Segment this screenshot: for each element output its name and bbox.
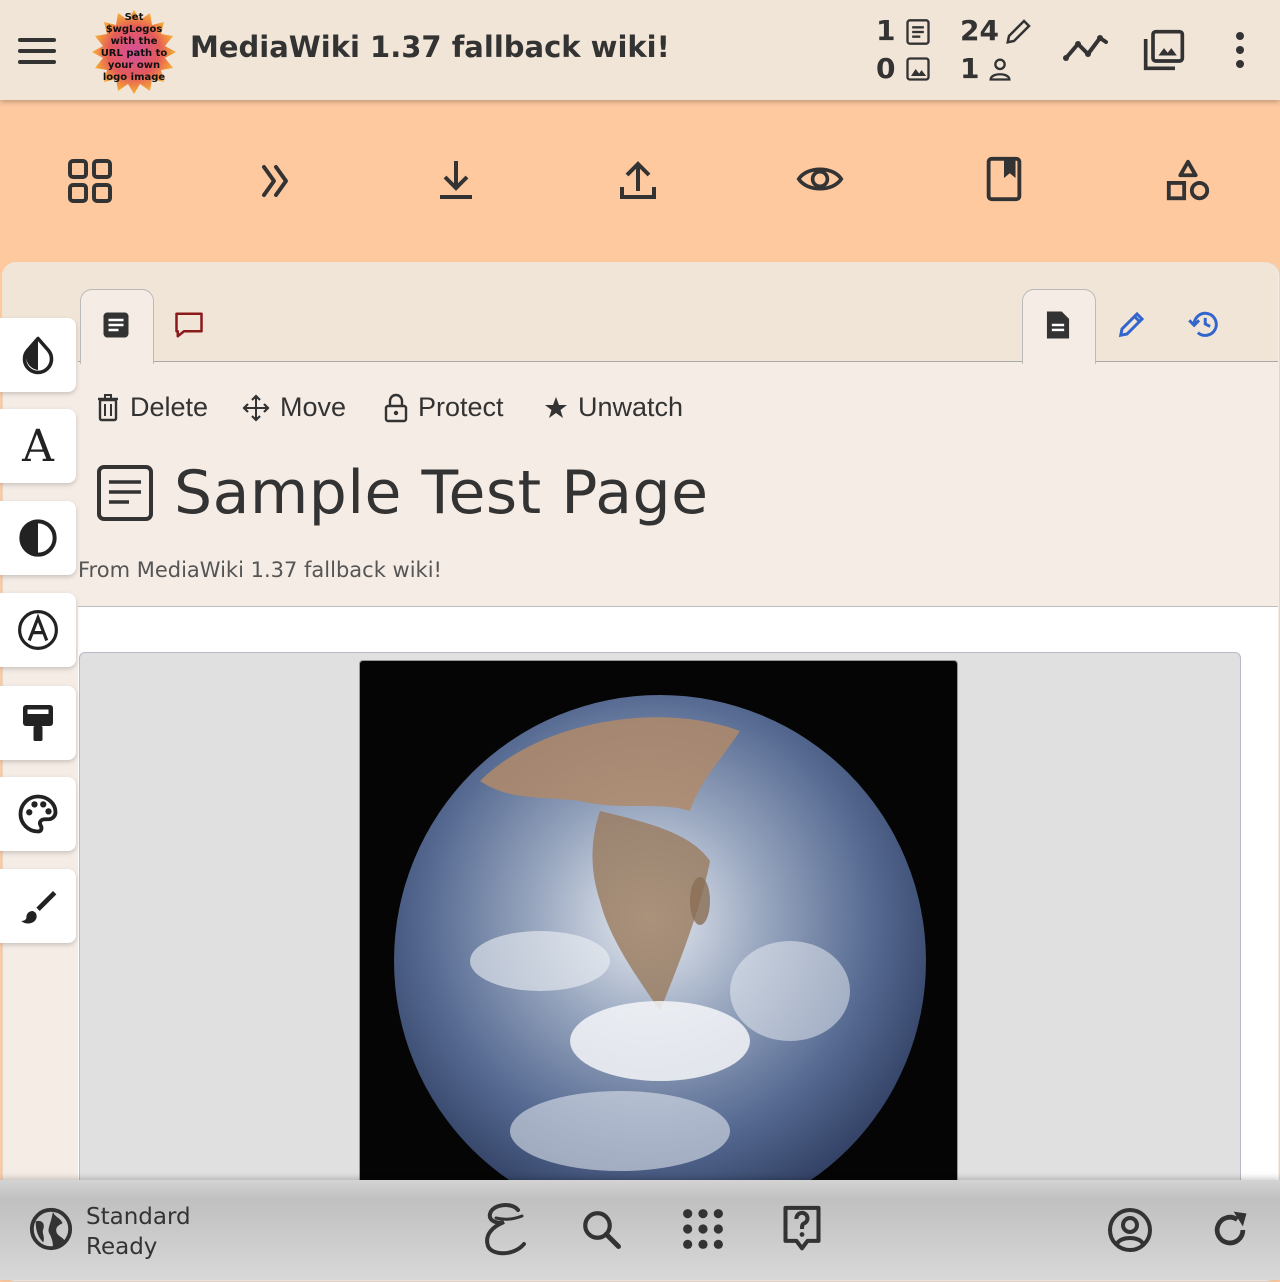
protect-action[interactable]: Protect	[384, 392, 504, 423]
files-count: 0	[876, 52, 896, 85]
site-title[interactable]: MediaWiki 1.37 fallback wiki!	[190, 30, 670, 64]
page-icon	[906, 19, 930, 45]
top-bar: Set $wgLogos with the URL path to your o…	[0, 0, 1280, 100]
user-icon	[989, 58, 1011, 81]
eye-icon[interactable]	[796, 155, 844, 203]
help-icon[interactable]	[780, 1204, 824, 1254]
logo-text: Set $wgLogos with the URL path to your o…	[100, 12, 168, 83]
tabs-divider	[78, 361, 1278, 362]
tab-discussion[interactable]	[174, 310, 204, 340]
article-icon[interactable]	[101, 310, 131, 340]
circled-a-icon	[18, 610, 58, 650]
menu-icon[interactable]	[18, 38, 56, 64]
pencil-icon	[1006, 19, 1031, 44]
account-icon[interactable]	[1106, 1206, 1154, 1254]
contrast-drop-button[interactable]	[0, 318, 76, 392]
contrast-button[interactable]	[0, 501, 76, 575]
media-gallery-icon[interactable]	[1142, 28, 1186, 72]
move-icon	[242, 393, 270, 422]
edits-count: 24	[960, 14, 999, 47]
contrast-icon	[19, 519, 57, 557]
grid-icon[interactable]	[66, 157, 114, 205]
font-button[interactable]: A	[0, 409, 76, 483]
tab-edit[interactable]	[1117, 309, 1147, 339]
tab-history[interactable]	[1188, 309, 1220, 339]
chevrons-right-icon[interactable]	[252, 157, 300, 205]
globe-icon[interactable]	[28, 1206, 74, 1252]
more-vertical-icon[interactable]	[1230, 30, 1250, 70]
document-icon[interactable]	[1043, 309, 1073, 341]
brush-icon	[21, 891, 57, 924]
users-count: 1	[960, 52, 980, 85]
pages-count: 1	[876, 14, 896, 47]
palette-icon	[18, 794, 58, 834]
page-title: Sample Test Page	[174, 458, 709, 528]
download-icon[interactable]	[432, 157, 480, 205]
shapes-icon[interactable]	[1164, 157, 1212, 205]
status-text: Standard Ready	[86, 1202, 191, 1262]
move-action[interactable]: Move	[242, 392, 346, 423]
delete-action[interactable]: Delete	[96, 392, 208, 423]
status-line2: Ready	[86, 1234, 158, 1260]
palette-button[interactable]	[0, 777, 76, 851]
star-icon	[545, 396, 567, 418]
bottom-bar	[0, 1180, 1280, 1280]
bookmark-icon[interactable]	[980, 155, 1028, 203]
paint-roller-button[interactable]	[0, 686, 76, 760]
lock-icon	[384, 393, 408, 422]
skin-logo-icon[interactable]	[478, 1200, 532, 1258]
search-icon[interactable]	[580, 1208, 622, 1250]
refresh-icon[interactable]	[1208, 1208, 1252, 1252]
format-paint-icon	[23, 705, 53, 741]
earth-image[interactable]	[359, 660, 958, 1222]
apps-grid-icon[interactable]	[680, 1206, 726, 1252]
activity-icon[interactable]	[1062, 30, 1110, 70]
invert-colors-icon	[22, 336, 54, 375]
page-title-icon	[97, 465, 153, 521]
image-icon	[906, 57, 930, 81]
status-line1: Standard	[86, 1204, 191, 1230]
protect-label: Protect	[418, 392, 504, 422]
unwatch-action[interactable]: Unwatch	[544, 392, 683, 423]
move-label: Move	[280, 392, 347, 422]
font-letter-icon: A	[22, 420, 54, 472]
delete-label: Delete	[130, 392, 209, 422]
accessibility-font-button[interactable]	[0, 593, 76, 667]
trash-icon	[98, 393, 118, 421]
page-subtitle: From MediaWiki 1.37 fallback wiki!	[78, 558, 442, 582]
upload-icon[interactable]	[614, 157, 662, 205]
unwatch-label: Unwatch	[578, 392, 684, 422]
brush-button[interactable]	[0, 869, 76, 943]
